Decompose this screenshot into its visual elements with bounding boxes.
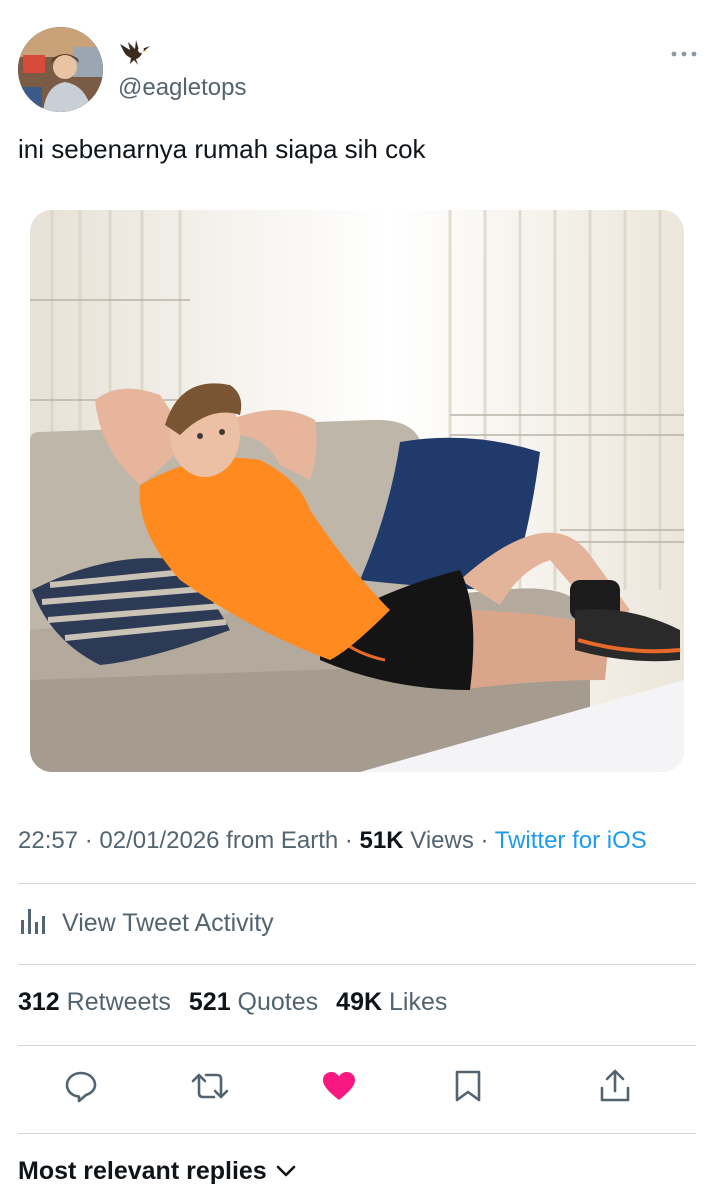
divider: [18, 1045, 696, 1046]
tweet-date: 02/01/2026: [99, 827, 220, 854]
share-icon: [598, 1068, 632, 1109]
share-button[interactable]: [595, 1068, 635, 1108]
photo-illustration: [30, 210, 684, 772]
eagle-emoji-icon: [118, 38, 152, 66]
views-count: 51K: [359, 827, 404, 854]
meta-separator: ·: [78, 827, 100, 854]
likes-stat[interactable]: 49K Likes: [336, 988, 447, 1016]
retweet-icon: [190, 1069, 230, 1108]
author-avatar[interactable]: [18, 27, 103, 112]
retweets-label: Retweets: [59, 988, 171, 1016]
retweet-button[interactable]: [190, 1068, 230, 1108]
tweet-photo[interactable]: [30, 210, 684, 772]
meta-separator: ·: [338, 827, 360, 854]
divider: [18, 964, 696, 965]
quotes-count: 521: [188, 988, 231, 1016]
quotes-label: Quotes: [230, 988, 319, 1016]
more-options-icon[interactable]: [668, 44, 700, 64]
client-link[interactable]: Twitter for iOS: [495, 827, 647, 854]
reply-button[interactable]: [61, 1068, 101, 1108]
views-label: Views: [403, 827, 474, 854]
tweet-detail-page: @eagletops ini sebenarnya rumah siapa si…: [0, 0, 708, 1200]
quotes-stat[interactable]: 521 Quotes: [189, 988, 318, 1016]
divider: [18, 883, 696, 884]
tweet-meta: 22:57 · 02/01/2026 from Earth · 51K View…: [18, 827, 647, 855]
author-handle[interactable]: @eagletops: [118, 74, 246, 102]
replies-sort-dropdown[interactable]: Most relevant replies: [18, 1157, 297, 1186]
divider: [18, 1133, 696, 1134]
bar-chart-icon: [18, 904, 50, 943]
likes-count: 49K: [336, 988, 383, 1016]
chevron-down-icon: [275, 1157, 297, 1186]
tweet-time: 22:57: [18, 827, 79, 854]
retweets-count: 312: [18, 988, 60, 1016]
likes-label: Likes: [382, 988, 448, 1016]
bookmark-button[interactable]: [448, 1068, 488, 1108]
view-tweet-activity-label: View Tweet Activity: [62, 908, 274, 937]
heart-icon: [321, 1070, 357, 1107]
like-button[interactable]: [319, 1068, 359, 1108]
bookmark-icon: [453, 1069, 483, 1108]
avatar-photo: [18, 27, 103, 112]
tweet-location: from Earth: [219, 827, 339, 854]
tweet-stats: 312 Retweets 521 Quotes 49K Likes: [18, 988, 447, 1017]
view-tweet-activity-button[interactable]: View Tweet Activity: [18, 905, 274, 941]
retweets-stat[interactable]: 312 Retweets: [18, 988, 171, 1016]
speech-bubble-icon: [64, 1069, 98, 1108]
tweet-text: ini sebenarnya rumah siapa sih cok: [18, 134, 426, 164]
meta-separator: ·: [473, 827, 495, 854]
replies-sort-label: Most relevant replies: [18, 1157, 267, 1185]
